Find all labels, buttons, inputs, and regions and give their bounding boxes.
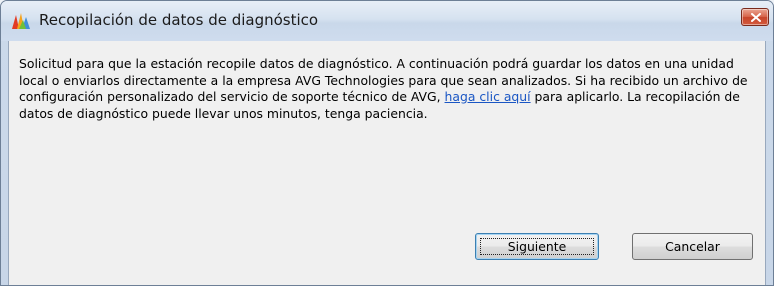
description-text: Solicitud para que la estación recopile … — [19, 56, 759, 122]
cancel-button[interactable]: Cancelar — [632, 233, 753, 260]
window-title: Recopilación de datos de diagnóstico — [39, 11, 319, 29]
dialog-window: Recopilación de datos de diagnóstico Sol… — [0, 0, 774, 286]
cancel-button-label: Cancelar — [665, 239, 720, 254]
close-button[interactable] — [741, 8, 769, 26]
avg-logo-icon — [11, 12, 31, 30]
click-here-link[interactable]: haga clic aquí — [445, 89, 531, 104]
focus-ring — [480, 238, 594, 255]
close-icon — [751, 13, 761, 22]
title-bar[interactable]: Recopilación de datos de diagnóstico — [1, 1, 773, 41]
next-button[interactable]: Siguiente — [475, 233, 599, 260]
dialog-content: Solicitud para que la estación recopile … — [8, 41, 766, 285]
